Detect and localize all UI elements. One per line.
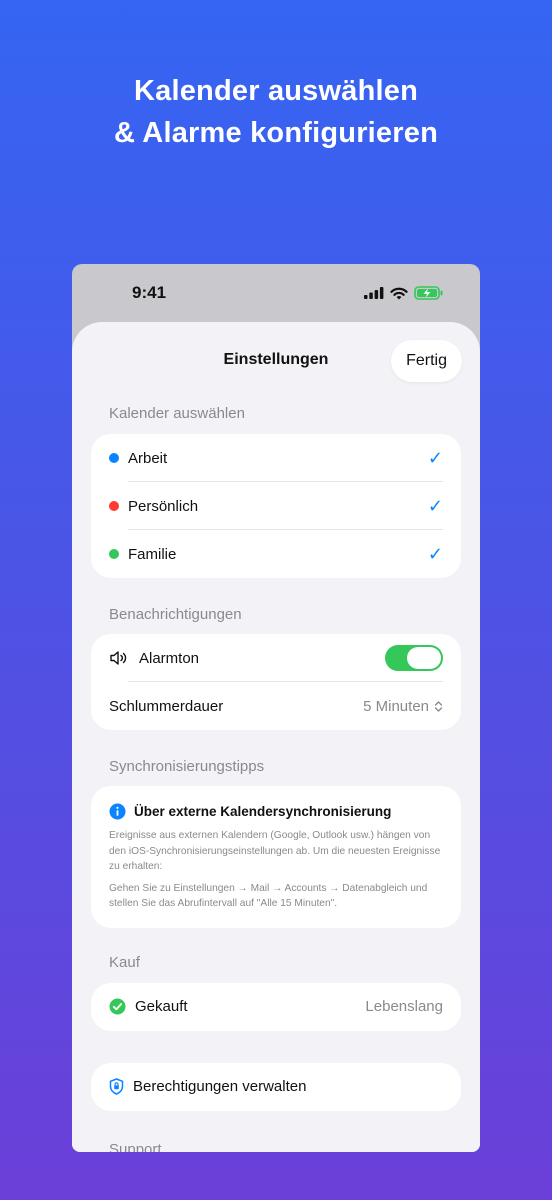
sync-tip-paragraph-1: Ereignisse aus externen Kalendern (Googl… bbox=[109, 830, 441, 872]
purchase-label: Gekauft bbox=[135, 998, 188, 1015]
calendars-group: Arbeit ✓ Persönlich ✓ Familie ✓ bbox=[91, 434, 461, 578]
headline-line-1: Kalender auswählen bbox=[133, 75, 419, 107]
purchase-section-header: Kauf bbox=[109, 954, 140, 971]
phone-screen: 9:41 Einstellungen Fertig Kalender auswä… bbox=[72, 264, 480, 1152]
chevron-up-down-icon bbox=[434, 700, 443, 712]
wifi-icon bbox=[390, 287, 408, 299]
calendar-row-personal[interactable]: Persönlich ✓ bbox=[91, 482, 461, 530]
checkmark-icon: ✓ bbox=[427, 543, 443, 564]
checkmark-icon: ✓ bbox=[427, 495, 443, 516]
info-icon bbox=[109, 803, 126, 820]
calendar-color-dot bbox=[109, 501, 119, 511]
sync-tip-card: Über externe Kalendersynchronisierung Er… bbox=[91, 786, 461, 928]
alarm-toggle[interactable] bbox=[385, 645, 443, 671]
speaker-icon bbox=[110, 651, 127, 665]
manage-permissions-label: Berechtigungen verwalten bbox=[133, 1078, 307, 1095]
sync-tip-title: Über externe Kalendersynchronisierung bbox=[134, 804, 392, 819]
headline-line-2: & Alarme konfigurieren bbox=[113, 117, 438, 149]
calendar-row-family[interactable]: Familie ✓ bbox=[91, 530, 461, 578]
manage-permissions-button[interactable]: Berechtigungen verwalten bbox=[91, 1063, 461, 1111]
calendar-label: Arbeit bbox=[128, 449, 168, 467]
permissions-group: Berechtigungen verwalten bbox=[91, 1062, 461, 1111]
done-button[interactable]: Fertig bbox=[391, 340, 462, 382]
snooze-value-container: 5 Minuten bbox=[363, 698, 443, 715]
support-section-header: Support bbox=[109, 1141, 162, 1152]
purchase-value: Lebenslang bbox=[365, 998, 443, 1015]
checkmark-circle-icon bbox=[109, 998, 126, 1015]
alarm-row: Alarmton bbox=[91, 634, 461, 682]
checkmark-icon: ✓ bbox=[427, 447, 443, 468]
sync-section-header: Synchronisierungstipps bbox=[109, 757, 265, 775]
notifications-section-header: Benachrichtigungen bbox=[109, 605, 242, 623]
calendar-label: Persönlich bbox=[128, 497, 199, 515]
calendar-color-dot bbox=[109, 549, 119, 559]
nav-bar: Einstellungen Fertig bbox=[72, 322, 480, 398]
purchase-group: Gekauft Lebenslang bbox=[91, 982, 461, 1031]
headline: Kalender auswählen & Alarme konfiguriere… bbox=[0, 70, 552, 154]
sync-tip-title-row: Über externe Kalendersynchronisierung bbox=[109, 803, 443, 820]
nav-title: Einstellungen bbox=[223, 351, 329, 368]
status-time: 9:41 bbox=[132, 283, 167, 302]
sync-tip-paragraph-2: Gehen Sie zu Einstellungen → Mail → Acco… bbox=[109, 882, 428, 910]
battery-charging-icon bbox=[414, 286, 443, 300]
purchase-row: Gekauft Lebenslang bbox=[91, 983, 461, 1031]
snooze-label: Schlummerdauer bbox=[109, 697, 224, 715]
snooze-value: 5 Minuten bbox=[363, 697, 429, 715]
notifications-group: Alarmton Schlummerdauer 5 Minuten bbox=[91, 634, 461, 730]
status-bar: 9:41 bbox=[72, 264, 480, 322]
calendar-color-dot bbox=[109, 453, 119, 463]
alarm-label: Alarmton bbox=[139, 649, 200, 667]
settings-sheet: Einstellungen Fertig Kalender auswählen … bbox=[72, 322, 480, 1152]
calendar-row-work[interactable]: Arbeit ✓ bbox=[91, 434, 461, 482]
signal-icon bbox=[364, 287, 384, 299]
calendars-section-header: Kalender auswählen bbox=[109, 404, 245, 422]
shield-lock-icon bbox=[109, 1078, 124, 1095]
snooze-row[interactable]: Schlummerdauer 5 Minuten bbox=[91, 682, 461, 730]
calendar-label: Familie bbox=[128, 545, 177, 563]
status-icons bbox=[364, 286, 444, 300]
